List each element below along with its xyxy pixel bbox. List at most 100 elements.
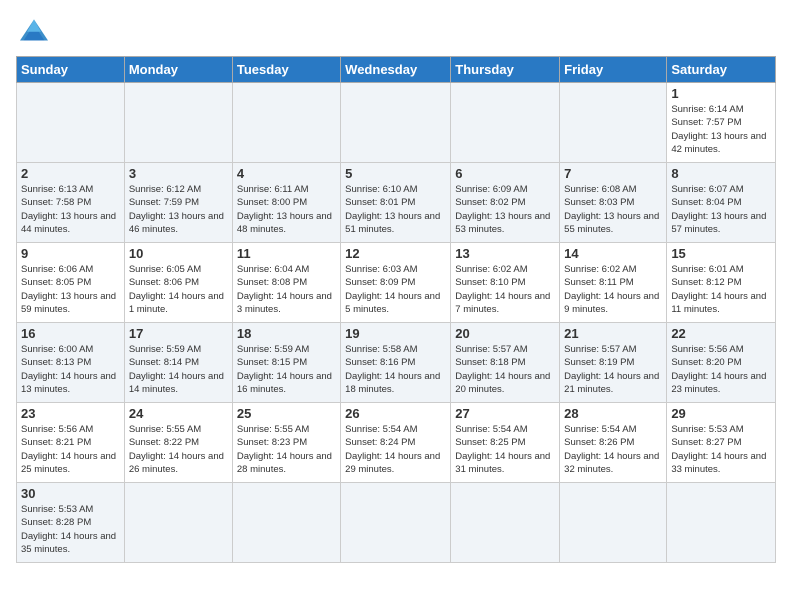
day-number: 20 [455, 326, 555, 341]
day-info: Sunrise: 6:02 AM Sunset: 8:10 PM Dayligh… [455, 263, 555, 316]
day-info: Sunrise: 6:07 AM Sunset: 8:04 PM Dayligh… [671, 183, 771, 236]
day-number: 8 [671, 166, 771, 181]
calendar-cell: 5Sunrise: 6:10 AM Sunset: 8:01 PM Daylig… [341, 163, 451, 243]
calendar-cell: 15 Sunrise: 6:01 AM Sunset: 8:12 PM Dayli… [667, 243, 776, 323]
day-info: Sunrise: 6:03 AM Sunset: 8:09 PM Dayligh… [345, 263, 446, 316]
day-number: 17 [129, 326, 228, 341]
day-number: 7 [564, 166, 662, 181]
calendar-week-3: 9 Sunrise: 6:06 AM Sunset: 8:05 PM Daylig… [17, 243, 776, 323]
day-number: 11 [237, 246, 336, 261]
calendar-week-6: 30Sunrise: 5:53 AM Sunset: 8:28 PM Dayli… [17, 483, 776, 563]
day-info: Sunrise: 5:54 AM Sunset: 8:26 PM Dayligh… [564, 423, 662, 476]
calendar-cell [124, 83, 232, 163]
day-info: Sunrise: 5:56 AM Sunset: 8:21 PM Dayligh… [21, 423, 120, 476]
day-number: 23 [21, 406, 120, 421]
calendar-cell: 22Sunrise: 5:56 AM Sunset: 8:20 PM Dayli… [667, 323, 776, 403]
day-info: Sunrise: 5:55 AM Sunset: 8:23 PM Dayligh… [237, 423, 336, 476]
calendar-header-monday: Monday [124, 57, 232, 83]
calendar-week-4: 16Sunrise: 6:00 AM Sunset: 8:13 PM Dayli… [17, 323, 776, 403]
calendar-cell: 30Sunrise: 5:53 AM Sunset: 8:28 PM Dayli… [17, 483, 125, 563]
day-number: 22 [671, 326, 771, 341]
calendar-cell: 20 Sunrise: 5:57 AM Sunset: 8:18 PM Dayli… [451, 323, 560, 403]
day-number: 4 [237, 166, 336, 181]
calendar-cell: 24Sunrise: 5:55 AM Sunset: 8:22 PM Dayli… [124, 403, 232, 483]
calendar-cell: 16Sunrise: 6:00 AM Sunset: 8:13 PM Dayli… [17, 323, 125, 403]
day-info: Sunrise: 6:00 AM Sunset: 8:13 PM Dayligh… [21, 343, 120, 396]
calendar-cell [451, 483, 560, 563]
calendar-cell: 28 Sunrise: 5:54 AM Sunset: 8:26 PM Dayli… [560, 403, 667, 483]
day-number: 25 [237, 406, 336, 421]
calendar-cell [232, 483, 340, 563]
day-info: Sunrise: 6:05 AM Sunset: 8:06 PM Dayligh… [129, 263, 228, 316]
day-info: Sunrise: 6:09 AM Sunset: 8:02 PM Dayligh… [455, 183, 555, 236]
day-info: Sunrise: 6:10 AM Sunset: 8:01 PM Dayligh… [345, 183, 446, 236]
day-info: Sunrise: 6:06 AM Sunset: 8:05 PM Dayligh… [21, 263, 120, 316]
day-info: Sunrise: 5:53 AM Sunset: 8:27 PM Dayligh… [671, 423, 771, 476]
calendar-cell: 29 Sunrise: 5:53 AM Sunset: 8:27 PM Dayli… [667, 403, 776, 483]
day-number: 13 [455, 246, 555, 261]
calendar-week-2: 2Sunrise: 6:13 AM Sunset: 7:58 PM Daylig… [17, 163, 776, 243]
calendar-header-friday: Friday [560, 57, 667, 83]
calendar-cell: 1Sunrise: 6:14 AM Sunset: 7:57 PM Daylig… [667, 83, 776, 163]
calendar-cell: 17 Sunrise: 5:59 AM Sunset: 8:14 PM Dayli… [124, 323, 232, 403]
calendar-week-5: 23 Sunrise: 5:56 AM Sunset: 8:21 PM Dayli… [17, 403, 776, 483]
calendar-cell: 9 Sunrise: 6:06 AM Sunset: 8:05 PM Daylig… [17, 243, 125, 323]
day-number: 12 [345, 246, 446, 261]
calendar-cell [341, 483, 451, 563]
day-number: 27 [455, 406, 555, 421]
calendar-cell [124, 483, 232, 563]
day-number: 9 [21, 246, 120, 261]
logo-icon [16, 16, 52, 44]
day-info: Sunrise: 6:01 AM Sunset: 8:12 PM Dayligh… [671, 263, 771, 316]
day-info: Sunrise: 5:54 AM Sunset: 8:24 PM Dayligh… [345, 423, 446, 476]
day-number: 24 [129, 406, 228, 421]
day-info: Sunrise: 5:59 AM Sunset: 8:15 PM Dayligh… [237, 343, 336, 396]
calendar-cell: 7 Sunrise: 6:08 AM Sunset: 8:03 PM Daylig… [560, 163, 667, 243]
day-number: 14 [564, 246, 662, 261]
calendar-header-sunday: Sunday [17, 57, 125, 83]
calendar-cell: 21 Sunrise: 5:57 AM Sunset: 8:19 PM Dayli… [560, 323, 667, 403]
day-info: Sunrise: 6:13 AM Sunset: 7:58 PM Dayligh… [21, 183, 120, 236]
calendar-cell: 26 Sunrise: 5:54 AM Sunset: 8:24 PM Dayli… [341, 403, 451, 483]
calendar-cell [451, 83, 560, 163]
day-number: 6 [455, 166, 555, 181]
day-info: Sunrise: 5:58 AM Sunset: 8:16 PM Dayligh… [345, 343, 446, 396]
calendar-header-thursday: Thursday [451, 57, 560, 83]
calendar-week-1: 1Sunrise: 6:14 AM Sunset: 7:57 PM Daylig… [17, 83, 776, 163]
day-number: 29 [671, 406, 771, 421]
day-number: 18 [237, 326, 336, 341]
day-info: Sunrise: 6:08 AM Sunset: 8:03 PM Dayligh… [564, 183, 662, 236]
day-number: 19 [345, 326, 446, 341]
calendar-cell: 6 Sunrise: 6:09 AM Sunset: 8:02 PM Daylig… [451, 163, 560, 243]
day-info: Sunrise: 5:59 AM Sunset: 8:14 PM Dayligh… [129, 343, 228, 396]
calendar-cell [560, 83, 667, 163]
day-info: Sunrise: 5:53 AM Sunset: 8:28 PM Dayligh… [21, 503, 120, 556]
day-info: Sunrise: 5:57 AM Sunset: 8:18 PM Dayligh… [455, 343, 555, 396]
calendar-cell: 11Sunrise: 6:04 AM Sunset: 8:08 PM Dayli… [232, 243, 340, 323]
logo [16, 16, 56, 44]
calendar-cell: 13 Sunrise: 6:02 AM Sunset: 8:10 PM Dayli… [451, 243, 560, 323]
calendar-header-tuesday: Tuesday [232, 57, 340, 83]
day-number: 21 [564, 326, 662, 341]
day-info: Sunrise: 6:12 AM Sunset: 7:59 PM Dayligh… [129, 183, 228, 236]
day-number: 26 [345, 406, 446, 421]
calendar-cell: 10Sunrise: 6:05 AM Sunset: 8:06 PM Dayli… [124, 243, 232, 323]
calendar-header-row: SundayMondayTuesdayWednesdayThursdayFrid… [17, 57, 776, 83]
calendar-cell: 19 Sunrise: 5:58 AM Sunset: 8:16 PM Dayli… [341, 323, 451, 403]
calendar-cell: 23 Sunrise: 5:56 AM Sunset: 8:21 PM Dayli… [17, 403, 125, 483]
day-info: Sunrise: 6:14 AM Sunset: 7:57 PM Dayligh… [671, 103, 771, 156]
calendar-header-wednesday: Wednesday [341, 57, 451, 83]
calendar-cell: 18 Sunrise: 5:59 AM Sunset: 8:15 PM Dayli… [232, 323, 340, 403]
day-number: 28 [564, 406, 662, 421]
calendar-cell: 4Sunrise: 6:11 AM Sunset: 8:00 PM Daylig… [232, 163, 340, 243]
day-info: Sunrise: 5:57 AM Sunset: 8:19 PM Dayligh… [564, 343, 662, 396]
day-info: Sunrise: 5:54 AM Sunset: 8:25 PM Dayligh… [455, 423, 555, 476]
calendar-cell [667, 483, 776, 563]
calendar-cell: 14 Sunrise: 6:02 AM Sunset: 8:11 PM Dayli… [560, 243, 667, 323]
header [16, 16, 776, 44]
day-number: 15 [671, 246, 771, 261]
calendar-cell [17, 83, 125, 163]
day-number: 3 [129, 166, 228, 181]
day-info: Sunrise: 6:02 AM Sunset: 8:11 PM Dayligh… [564, 263, 662, 316]
calendar-cell [232, 83, 340, 163]
